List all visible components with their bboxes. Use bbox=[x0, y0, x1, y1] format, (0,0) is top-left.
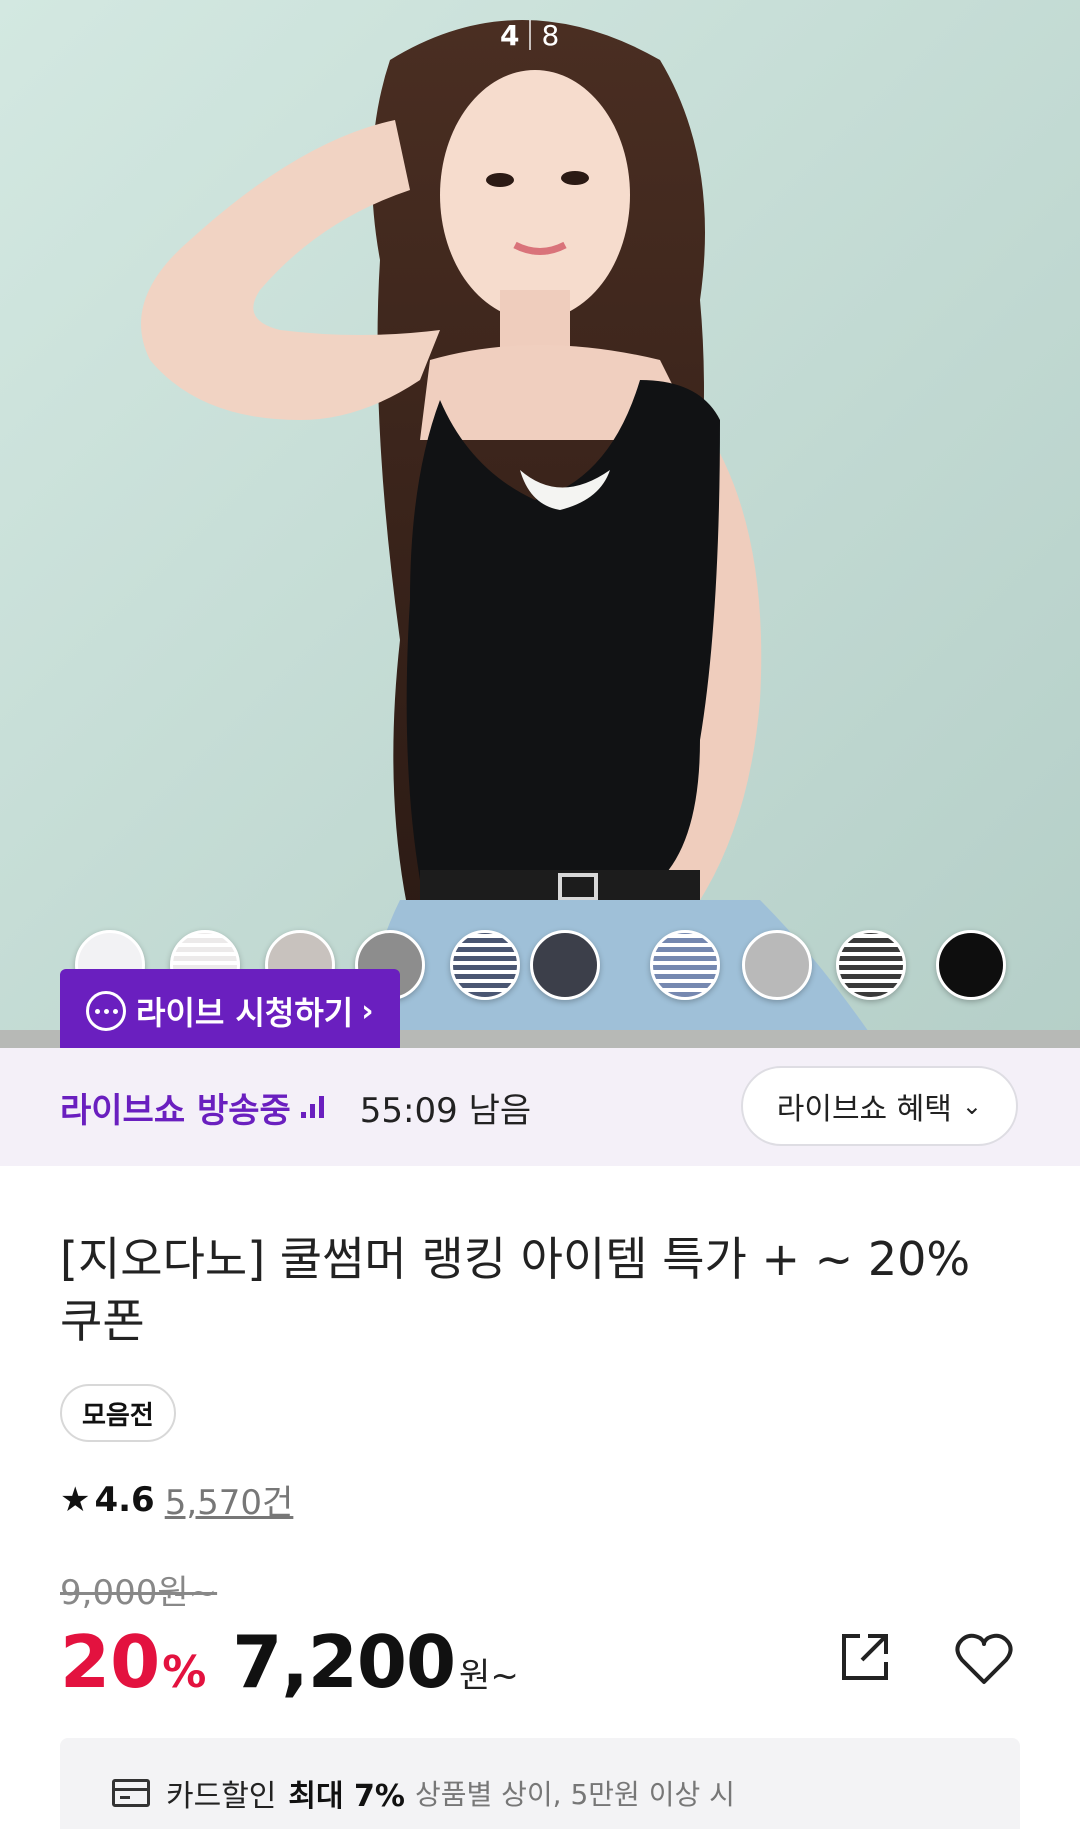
card-discount-note: 상품별 상이, 5만원 이상 시 bbox=[414, 1778, 735, 1811]
review-count-link[interactable]: 5,570건 bbox=[165, 1475, 294, 1524]
chat-bubble-icon bbox=[86, 991, 126, 1031]
price-row: 20% 7,200 원~ bbox=[60, 1620, 519, 1704]
image-counter-divider bbox=[529, 20, 532, 50]
live-time-remaining: 55:09 남음 bbox=[359, 1090, 532, 1131]
live-status-text: 라이브쇼 방송중 bbox=[60, 1090, 291, 1131]
live-benefit-button[interactable]: 라이브쇼 혜택 ⌄ bbox=[740, 1066, 1018, 1146]
color-swatch-light-gray[interactable] bbox=[742, 930, 812, 1000]
live-show-bar: 라이브쇼 방송중 55:09 남음 라이브쇼 혜택 ⌄ bbox=[0, 1048, 1080, 1166]
live-signal-icon bbox=[300, 1096, 324, 1118]
live-status: 라이브쇼 방송중 bbox=[60, 1083, 324, 1132]
discount-rate: 20% bbox=[60, 1620, 206, 1704]
rating-score: 4.6 bbox=[94, 1479, 155, 1520]
card-discount-box[interactable]: 카드할인 최대 7% 상품별 상이, 5만원 이상 시 bbox=[60, 1738, 1020, 1829]
product-rating[interactable]: ★ 4.6 5,570건 bbox=[60, 1475, 293, 1524]
share-icon[interactable] bbox=[838, 1630, 892, 1684]
original-price: 9,000원~ bbox=[60, 1573, 218, 1613]
live-watch-label: 라이브 시청하기 bbox=[136, 994, 354, 1032]
product-tag: 모음전 bbox=[60, 1384, 176, 1442]
chevron-down-icon: ⌄ bbox=[961, 1092, 982, 1120]
image-counter: 4 8 bbox=[500, 12, 559, 58]
color-swatch-blue-stripe[interactable] bbox=[650, 930, 720, 1000]
model-photo bbox=[0, 0, 1080, 1048]
heart-icon[interactable] bbox=[954, 1632, 1014, 1686]
discount-unit: % bbox=[162, 1647, 207, 1698]
color-swatch-navy-stripe[interactable] bbox=[450, 930, 520, 1000]
star-icon: ★ bbox=[60, 1479, 91, 1520]
sale-price-unit: 원~ bbox=[459, 1656, 519, 1696]
product-hero-image[interactable]: 4 8 라이브 시청하기 › bbox=[0, 0, 1080, 1048]
live-watch-button[interactable]: 라이브 시청하기 › bbox=[60, 969, 400, 1048]
live-benefit-label: 라이브쇼 혜택 bbox=[776, 1092, 952, 1127]
card-discount-max: 최대 7% bbox=[288, 1779, 405, 1814]
color-swatch-black-stripe[interactable] bbox=[836, 930, 906, 1000]
card-discount-label: 카드할인 bbox=[166, 1779, 277, 1814]
color-swatch-charcoal[interactable] bbox=[530, 930, 600, 1000]
credit-card-icon bbox=[112, 1779, 150, 1807]
image-counter-total: 8 bbox=[541, 18, 560, 52]
discount-value: 20 bbox=[60, 1620, 161, 1704]
image-counter-current: 4 bbox=[500, 18, 520, 52]
sale-price: 7,200 bbox=[232, 1620, 456, 1704]
chevron-right-icon: › bbox=[361, 993, 374, 1029]
product-title: [지오다노] 쿨썸머 랭킹 아이템 특가 + ~ 20% 쿠폰 bbox=[60, 1232, 971, 1348]
color-swatch-black[interactable] bbox=[936, 930, 1006, 1000]
